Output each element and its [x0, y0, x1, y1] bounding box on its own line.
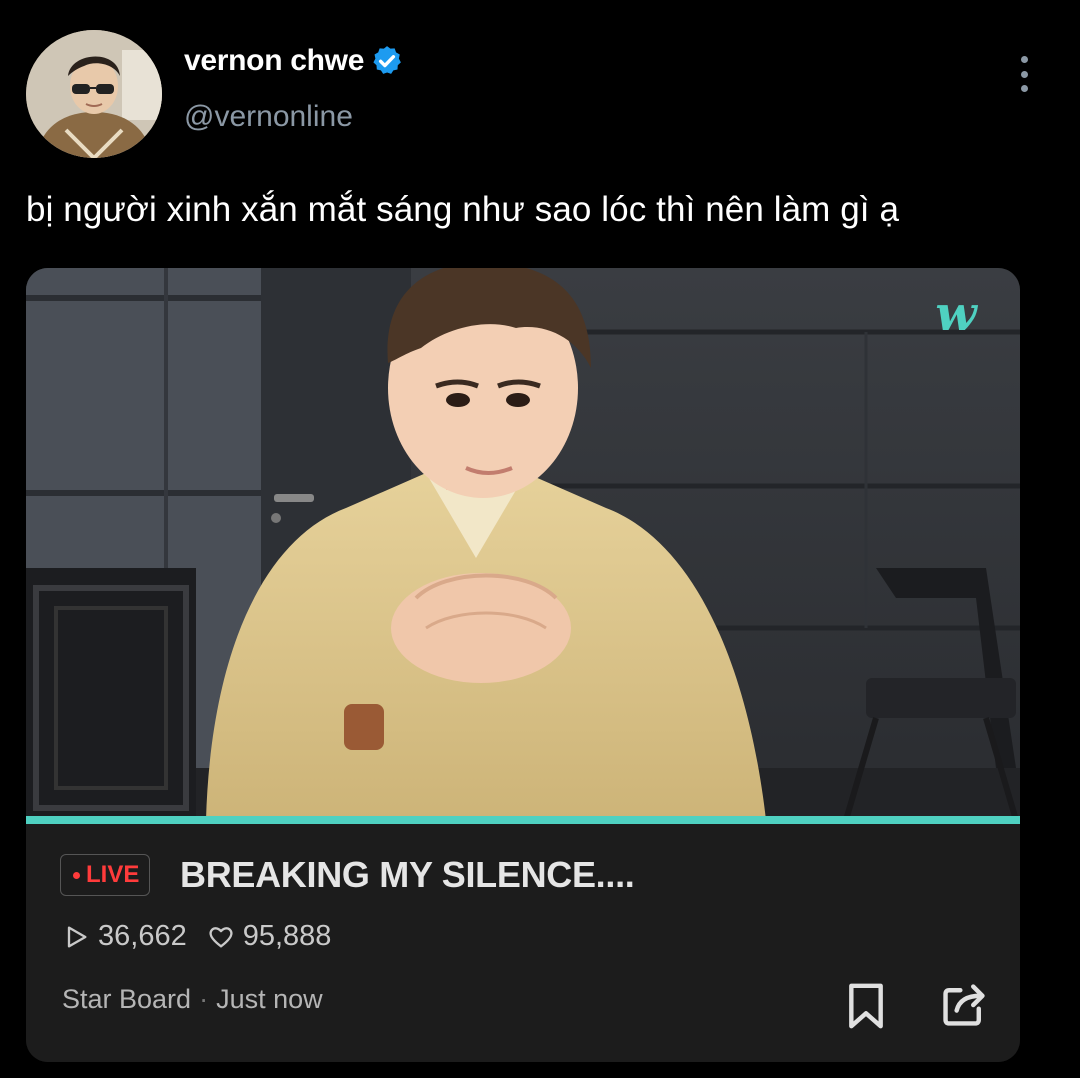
more-dot [1020, 56, 1028, 63]
more-dot [1020, 70, 1028, 78]
more-dot [1020, 85, 1028, 92]
weverse-logo: w [935, 286, 978, 342]
tweet-text: bị người xinh xắn mắt sáng như sao lóc t… [26, 190, 900, 229]
live-video-thumbnail[interactable]: w [26, 268, 1020, 820]
media-card[interactable]: w LIVE BREAKING MY SILENCE.... 36,662 95… [26, 268, 1020, 1062]
share-icon[interactable] [940, 980, 988, 1030]
verified-badge-icon [373, 46, 401, 74]
author-avatar[interactable] [26, 30, 162, 158]
live-stats: 36,662 95,888 [62, 920, 331, 953]
post-time: Just now [216, 984, 323, 1014]
live-dot-icon [73, 871, 80, 879]
heart-icon [209, 926, 233, 947]
play-count: 36,662 [98, 920, 187, 952]
live-title[interactable]: BREAKING MY SILENCE.... [180, 854, 635, 896]
live-badge: LIVE [60, 854, 151, 896]
author-display-name[interactable]: vernon chwe [184, 44, 364, 78]
live-meta: Star Board · Just now [62, 984, 323, 1015]
channel-name: Star Board [62, 984, 192, 1014]
live-info-panel: LIVE BREAKING MY SILENCE.... 36,662 95,8… [26, 824, 1020, 1062]
live-label: LIVE [86, 861, 140, 888]
more-options-icon[interactable] [1010, 56, 1038, 92]
live-progress-bar [26, 816, 1020, 824]
meta-separator: · [199, 984, 209, 1014]
play-count-icon [67, 926, 87, 947]
bookmark-icon[interactable] [844, 982, 888, 1030]
like-count: 95,888 [242, 920, 332, 952]
author-name-row[interactable]: vernon chwe [184, 44, 404, 78]
author-handle[interactable]: @vernonline [184, 100, 353, 134]
